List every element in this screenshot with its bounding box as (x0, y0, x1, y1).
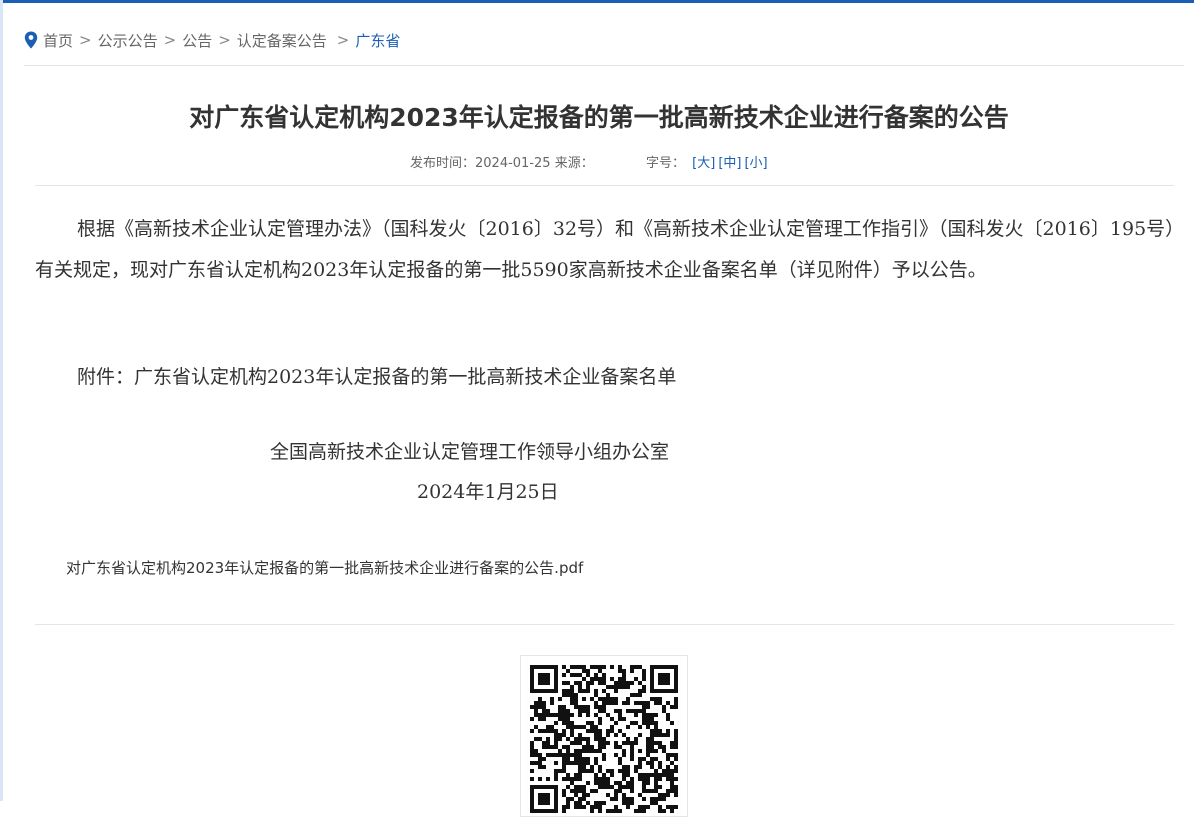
content-divider (35, 624, 1174, 625)
location-pin-icon (24, 31, 38, 49)
font-size-label: 字号： (646, 156, 686, 171)
signature-date: 2024年1月25日 (417, 481, 559, 503)
breadcrumb-home[interactable]: 首页 (43, 30, 73, 51)
page-title: 对广东省认定机构2023年认定报备的第一批高新技术企业进行备案的公告 (189, 103, 1009, 132)
title-divider (35, 185, 1174, 186)
qr-code-icon (530, 665, 678, 813)
article-paragraph: 根据《高新技术企业认定管理办法》（国科发火〔2016〕32号）和《高新技术企业认… (35, 218, 1175, 281)
attachment-note: 附件：广东省认定机构2023年认定报备的第一批高新技术企业备案名单 (77, 366, 677, 388)
font-size-small-button[interactable]: [小] (744, 156, 767, 171)
breadcrumb-announcements[interactable]: 公示公告 (98, 30, 158, 51)
breadcrumb-current-guangdong[interactable]: 广东省 (355, 30, 400, 51)
attachment-pdf-link[interactable]: 对广东省认定机构2023年认定报备的第一批高新技术企业进行备案的公告.pdf (66, 557, 583, 578)
publish-label: 发布时间： (410, 156, 476, 171)
publish-date: 2024-01-25 (475, 156, 551, 171)
breadcrumb-separator: > (79, 31, 92, 49)
left-edge-strip (0, 0, 3, 801)
breadcrumb-notice[interactable]: 公告 (182, 30, 212, 51)
font-size-large-button[interactable]: [大] (692, 156, 715, 171)
breadcrumb-separator: > (336, 31, 350, 49)
breadcrumb: 首页 > 公示公告 > 公告 > 认定备案公告 > 广东省 (24, 29, 400, 51)
breadcrumb-divider (24, 65, 1184, 66)
qr-code-frame (520, 655, 688, 817)
font-size-medium-button[interactable]: [中] (718, 156, 741, 171)
source-label: 来源： (554, 156, 594, 171)
top-accent-bar (0, 0, 1194, 3)
signature-organization: 全国高新技术企业认定管理工作领导小组办公室 (270, 441, 670, 463)
breadcrumb-filing-notice[interactable]: 认定备案公告 (237, 30, 327, 51)
breadcrumb-separator: > (163, 31, 177, 49)
breadcrumb-separator: > (218, 31, 231, 49)
article-meta: 发布时间：2024-01-25 来源： 字号： [大] [中] [小] (410, 152, 768, 171)
